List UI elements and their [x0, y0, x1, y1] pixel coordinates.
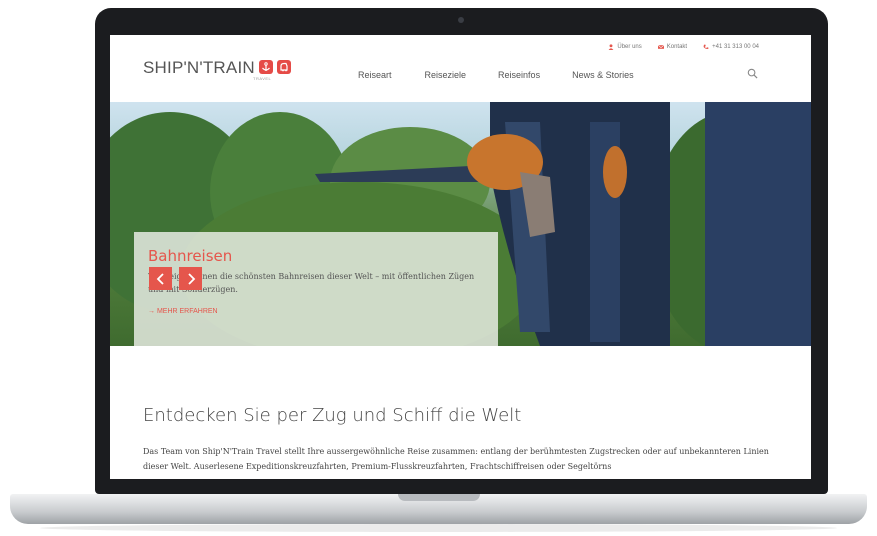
laptop-shadow [40, 524, 837, 532]
hero-slider: Bahnreisen Wir zeigen Ihnen die schönste… [110, 102, 811, 346]
anchor-icon [258, 60, 273, 74]
user-icon [608, 44, 614, 50]
intro-paragraph: Das Team von Ship'N'Train Travel stellt … [143, 447, 769, 471]
main-nav: Reiseart Reiseziele Reiseinfos News & St… [358, 70, 634, 80]
contact-label: Kontakt [666, 44, 688, 50]
slider-next-button[interactable] [179, 267, 202, 290]
utility-bar: Über uns Kontakt +41 31 313 00 04 [608, 44, 759, 50]
mail-icon [657, 44, 664, 49]
camera-icon [458, 17, 464, 23]
mehr-erfahren-link[interactable]: → MEHR ERFAHREN [148, 308, 218, 315]
section-heading: Entdecken Sie per Zug und Schiff die Wel… [143, 405, 522, 426]
about-link[interactable]: Über uns [608, 44, 642, 50]
logo-subtitle: TRAVEL [253, 76, 272, 81]
slider-prev-button[interactable] [149, 267, 172, 290]
phone-icon [703, 44, 709, 50]
laptop-notch [398, 494, 480, 501]
nav-item-reiseart[interactable]: Reiseart [358, 70, 392, 80]
site-logo[interactable]: SHIP'N'TRAIN TRAVEL [143, 58, 291, 81]
browser-screen: Über uns Kontakt +41 31 313 00 04 SHIP'N… [110, 35, 811, 479]
chevron-left-icon [156, 272, 164, 285]
chevron-right-icon [187, 272, 195, 285]
train-icon [276, 60, 291, 74]
nav-item-news-stories[interactable]: News & Stories [572, 70, 634, 80]
logo-text: SHIP'N'TRAIN [143, 58, 255, 77]
nav-item-reiseziele[interactable]: Reiseziele [425, 70, 467, 80]
nav-item-reiseinfos[interactable]: Reiseinfos [498, 70, 540, 80]
phone-label: +41 31 313 00 04 [712, 44, 759, 50]
about-label: Über uns [617, 44, 642, 50]
contact-link[interactable]: Kontakt [657, 44, 688, 50]
phone-link[interactable]: +41 31 313 00 04 [703, 44, 759, 50]
hero-title: Bahnreisen [148, 247, 233, 265]
search-icon[interactable] [747, 68, 758, 79]
